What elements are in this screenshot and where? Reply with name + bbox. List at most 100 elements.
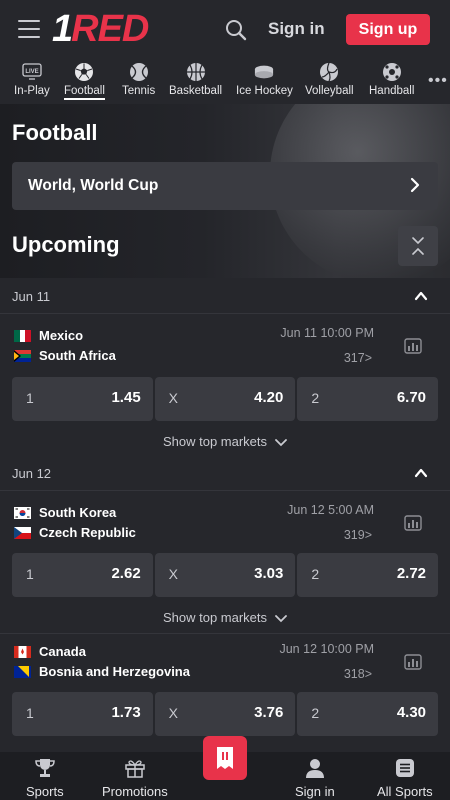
odd-label: 1 <box>26 566 34 582</box>
tab-football[interactable]: Football <box>64 62 105 102</box>
flag-canada-icon <box>14 645 31 658</box>
nav-promotions[interactable]: Promotions <box>102 756 168 799</box>
nav-label: Sports <box>26 784 64 799</box>
page-title: Football <box>12 120 98 145</box>
signup-button[interactable]: Sign up <box>346 14 430 45</box>
more-sports-icon[interactable]: ••• <box>428 72 448 90</box>
markets-count[interactable]: 319> <box>344 528 372 542</box>
odd-label: 1 <box>26 390 34 406</box>
tab-label: Tennis <box>122 85 156 97</box>
odd-label: 2 <box>311 390 320 406</box>
collapse-all-button[interactable] <box>398 226 438 266</box>
odd-label: 2 <box>311 566 320 582</box>
odd-button-away[interactable]: 2 4.30 <box>297 692 439 736</box>
odd-label: 1 <box>26 705 34 721</box>
tab-label: Basketball <box>169 85 223 97</box>
home-team: Canada <box>14 644 86 659</box>
volleyball-icon <box>319 62 339 82</box>
show-top-markets-button[interactable]: Show top markets <box>0 610 450 625</box>
odd-label: X <box>168 390 179 406</box>
odd-value: 4.20 <box>254 389 284 406</box>
flag-mexico-icon <box>14 329 31 342</box>
markets-count-value: 318 <box>343 667 365 681</box>
team-name: Mexico <box>39 328 84 343</box>
odd-button-draw[interactable]: X 3.03 <box>154 553 296 597</box>
nav-sports[interactable]: Sports <box>26 756 64 799</box>
tab-label: Volleyball <box>305 85 354 97</box>
odd-button-away[interactable]: 2 2.72 <box>297 553 439 597</box>
tab-label: Handball <box>369 85 415 97</box>
tab-basketball[interactable]: Basketball <box>169 62 222 102</box>
list-icon <box>393 756 417 780</box>
search-icon[interactable] <box>224 18 248 42</box>
tab-volleyball[interactable]: Volleyball <box>305 62 354 102</box>
odd-value: 2.72 <box>396 565 427 582</box>
odd-button-away[interactable]: 2 6.70 <box>297 377 439 421</box>
odd-button-home[interactable]: 1 1.45 <box>12 377 153 421</box>
show-top-markets-button[interactable]: Show top markets <box>0 434 450 449</box>
gift-icon <box>123 756 147 780</box>
flag-south-africa-icon <box>14 349 31 362</box>
match-time: Jun 12 10:00 PM <box>279 642 374 656</box>
stats-icon[interactable] <box>404 338 422 354</box>
odds-row: 1 1.45 X 4.20 2 6.70 <box>12 377 439 421</box>
chevron-down-icon <box>275 438 287 446</box>
markets-count-value: 319 <box>343 528 365 542</box>
betslip-button[interactable] <box>203 736 247 780</box>
match-card[interactable]: Canada Bosnia and Herzegovina Jun 12 10:… <box>0 633 450 752</box>
markets-count[interactable]: 318> <box>344 667 372 681</box>
match-time: Jun 11 10:00 PM <box>280 326 374 340</box>
stats-icon[interactable] <box>404 515 422 531</box>
date-label: Jun 11 <box>12 289 51 304</box>
show-more-label: Show top markets <box>162 434 268 449</box>
flag-czech-republic-icon <box>14 526 31 539</box>
nav-signin[interactable]: Sign in <box>295 756 335 799</box>
odd-value: 2.62 <box>111 565 141 582</box>
nav-all-sports[interactable]: All Sports <box>377 756 433 799</box>
odds-row: 1 2.62 X 3.03 2 2.72 <box>12 553 439 597</box>
odd-value: 1.45 <box>111 389 141 406</box>
chevron-up-icon <box>414 291 428 301</box>
tab-tennis[interactable]: Tennis <box>122 62 155 102</box>
chevron-right-icon: > <box>364 351 372 365</box>
odd-label: X <box>168 566 179 582</box>
tab-label: Football <box>64 85 105 100</box>
team-name: Bosnia and Herzegovina <box>39 664 190 679</box>
chevron-right-icon: > <box>364 667 372 681</box>
match-card[interactable]: South Korea Czech Republic Jun 12 5:00 A… <box>0 491 450 633</box>
league-selector[interactable]: World, World Cup <box>12 162 438 210</box>
odd-value: 3.76 <box>254 704 284 721</box>
stats-icon[interactable] <box>404 654 422 670</box>
tab-in-play[interactable]: LIVE In-Play <box>14 62 50 102</box>
show-more-label: Show top markets <box>162 610 268 625</box>
logo[interactable]: 1 RED <box>52 7 149 50</box>
odds-row: 1 1.73 X 3.76 2 4.30 <box>12 692 439 736</box>
odd-button-draw[interactable]: X 3.76 <box>154 692 296 736</box>
away-team: Czech Republic <box>14 525 136 540</box>
chevron-right-icon: > <box>364 528 372 542</box>
odd-button-home[interactable]: 1 1.73 <box>12 692 153 736</box>
match-time: Jun 12 5:00 AM <box>287 503 374 517</box>
date-group-header[interactable]: Jun 11 <box>0 278 450 314</box>
logo-one: 1 <box>52 7 73 50</box>
flag-bosnia-icon <box>14 665 31 678</box>
match-card[interactable]: Mexico South Africa Jun 11 10:00 PM 317>… <box>0 314 450 456</box>
tab-handball[interactable]: Handball <box>369 62 414 102</box>
tab-ice-hockey[interactable]: Ice Hockey <box>236 62 293 102</box>
user-icon <box>303 756 327 780</box>
team-name: South Africa <box>39 348 116 363</box>
ice-hockey-icon <box>254 62 274 82</box>
date-group-header[interactable]: Jun 12 <box>0 455 450 491</box>
odd-button-home[interactable]: 1 2.62 <box>12 553 153 597</box>
odd-button-draw[interactable]: X 4.20 <box>154 377 296 421</box>
section-title: Upcoming <box>12 232 120 257</box>
team-name: Czech Republic <box>39 525 136 540</box>
signin-link[interactable]: Sign in <box>268 19 325 39</box>
markets-count[interactable]: 317> <box>344 351 372 365</box>
nav-label: Sign in <box>295 784 335 799</box>
menu-icon[interactable] <box>18 20 40 38</box>
hero-section: Football World, World Cup Upcoming <box>0 104 450 278</box>
odd-value: 6.70 <box>396 389 427 406</box>
odd-label: X <box>168 705 179 721</box>
trophy-icon <box>33 756 57 780</box>
